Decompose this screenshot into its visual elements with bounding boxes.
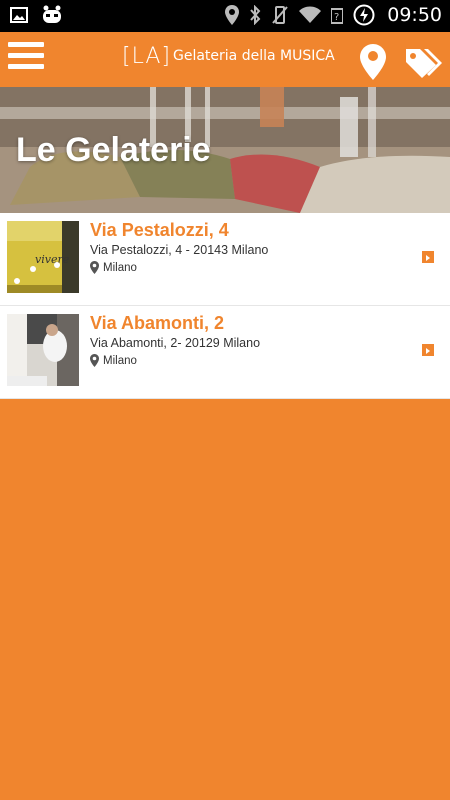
map-button[interactable]: [360, 44, 386, 80]
store-title: Via Pestalozzi, 4: [90, 220, 229, 240]
store-address: Via Pestalozzi, 4 - 20143 Milano: [90, 243, 269, 257]
status-bar: ? 09:50: [0, 0, 450, 32]
app-logo: [LA] Gelateria della MUSICA: [122, 44, 335, 69]
location-icon: [225, 5, 240, 25]
vibrate-off-icon: [271, 5, 289, 25]
battery-icon: [353, 4, 375, 26]
page-title: Le Gelaterie: [16, 131, 211, 169]
svg-text:vivere: vivere: [35, 253, 70, 266]
logo-name: Gelateria della MUSICA: [172, 48, 335, 64]
store-city: Milano: [103, 261, 137, 274]
tags-button[interactable]: [404, 47, 442, 79]
logo-bracket: [LA]: [122, 44, 171, 69]
clock: 09:50: [387, 4, 442, 26]
map-pin-icon: [90, 354, 99, 367]
hero-banner: Le Gelaterie: [0, 87, 450, 213]
list-item[interactable]: vivere Via Pestalozzi, 4 Via Pestalozzi,…: [0, 213, 450, 306]
map-pin-icon: [90, 261, 99, 274]
store-list: vivere Via Pestalozzi, 4 Via Pestalozzi,…: [0, 213, 450, 399]
tags-icon: [406, 49, 442, 78]
menu-icon: [8, 42, 44, 47]
wifi-icon: [299, 6, 322, 24]
svg-text:?: ?: [334, 12, 339, 23]
store-thumbnail: vivere: [7, 221, 79, 293]
cyanogen-icon: [40, 4, 64, 26]
store-title: Via Abamonti, 2: [90, 313, 225, 333]
list-item[interactable]: Via Abamonti, 2 Via Abamonti, 2- 20129 M…: [0, 306, 450, 399]
bluetooth-icon: [249, 5, 261, 25]
store-thumbnail: [7, 314, 79, 386]
image-icon: [10, 6, 28, 24]
map-pin-icon: [360, 44, 386, 80]
store-city: Milano: [103, 354, 137, 367]
chevron-right-icon[interactable]: [422, 251, 434, 263]
signal-icon: ?: [331, 5, 344, 25]
store-address: Via Abamonti, 2- 20129 Milano: [90, 336, 261, 350]
chevron-right-icon[interactable]: [422, 344, 434, 356]
menu-button[interactable]: [8, 42, 44, 76]
